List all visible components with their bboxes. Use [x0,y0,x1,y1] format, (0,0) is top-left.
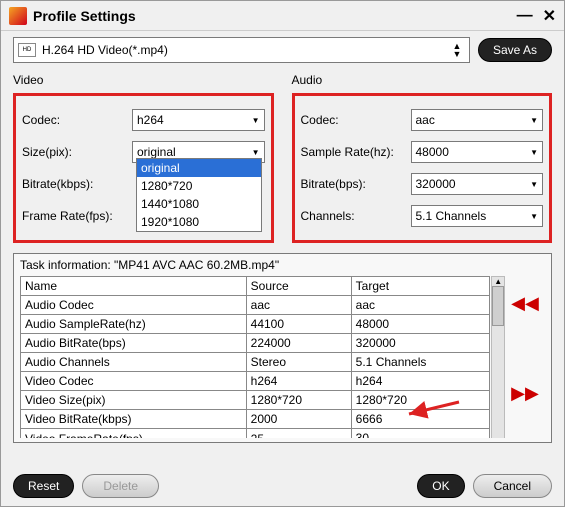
save-as-button[interactable]: Save As [478,38,552,62]
chevron-down-icon: ▼ [530,148,538,157]
scroll-up-arrow[interactable]: ▲ [492,277,504,286]
col-target: Target [351,277,490,296]
window-title: Profile Settings [33,8,507,24]
audio-bitrate-label: Bitrate(bps): [301,177,411,191]
app-icon [9,7,27,25]
table-row: Video Codech264h264 [21,372,490,391]
format-text: H.264 HD Video(*.mp4) [42,43,449,57]
table-row: Video BitRate(kbps)20006666 [21,410,490,429]
video-size-label: Size(pix): [22,145,132,159]
delete-button[interactable]: Delete [82,474,159,498]
format-dropdown[interactable]: HD H.264 HD Video(*.mp4) ▲▼ [13,37,470,63]
audio-samplerate-select[interactable]: 48000▼ [411,141,544,163]
prev-icon[interactable]: ◀◀ [511,293,539,314]
video-section-title: Video [13,73,274,87]
col-source: Source [246,277,351,296]
task-info-table: Name Source Target Audio CodecaacaacAudi… [20,276,491,438]
size-option-1920[interactable]: 1920*1080 [137,213,261,231]
table-row: Video FrameRate(fps)2530 [21,429,490,439]
reset-button[interactable]: Reset [13,474,74,498]
audio-channels-select[interactable]: 5.1 Channels▼ [411,205,544,227]
chevron-down-icon: ▼ [252,148,260,157]
format-icon: HD [18,43,36,57]
ok-button[interactable]: OK [417,474,464,498]
table-row: Audio ChannelsStereo5.1 Channels [21,353,490,372]
video-size-dropdown[interactable]: original 1280*720 1440*1080 1920*1080 [136,158,262,232]
audio-codec-select[interactable]: aac▼ [411,109,544,131]
audio-codec-label: Codec: [301,113,411,127]
audio-section-title: Audio [292,73,553,87]
video-codec-label: Codec: [22,113,132,127]
chevron-down-icon: ▼ [530,212,538,221]
size-option-1280[interactable]: 1280*720 [137,177,261,195]
table-scrollbar[interactable]: ▲ ▼ [491,276,505,438]
table-row: Audio SampleRate(hz)4410048000 [21,315,490,334]
video-settings-group: Codec: h264▼ Size(pix): original ▼ Bitrat… [13,93,274,243]
task-info-title: Task information: "MP41 AVC AAC 60.2MB.m… [20,258,505,272]
chevron-down-icon: ▼ [252,116,260,125]
next-icon[interactable]: ▶▶ [511,383,539,404]
size-option-original[interactable]: original [137,159,261,177]
audio-bitrate-select[interactable]: 320000▼ [411,173,544,195]
table-row: Audio BitRate(bps)224000320000 [21,334,490,353]
close-button[interactable]: ✕ [543,6,556,26]
table-header-row: Name Source Target [21,277,490,296]
video-codec-select[interactable]: h264▼ [132,109,265,131]
chevron-down-icon: ▼ [530,116,538,125]
table-row: Video Size(pix)1280*7201280*720 [21,391,490,410]
audio-samplerate-label: Sample Rate(hz): [301,145,411,159]
minimize-button[interactable]: — [517,7,533,25]
scroll-thumb[interactable] [492,286,504,326]
size-option-1440[interactable]: 1440*1080 [137,195,261,213]
chevron-updown-icon: ▲▼ [449,42,465,58]
audio-channels-label: Channels: [301,209,411,223]
chevron-down-icon: ▼ [530,180,538,189]
video-bitrate-label: Bitrate(kbps): [22,177,132,191]
video-fps-label: Frame Rate(fps): [22,209,132,223]
audio-settings-group: Codec: aac▼ Sample Rate(hz): 48000▼ Bitr… [292,93,553,243]
col-name: Name [21,277,247,296]
cancel-button[interactable]: Cancel [473,474,552,498]
table-row: Audio Codecaacaac [21,296,490,315]
